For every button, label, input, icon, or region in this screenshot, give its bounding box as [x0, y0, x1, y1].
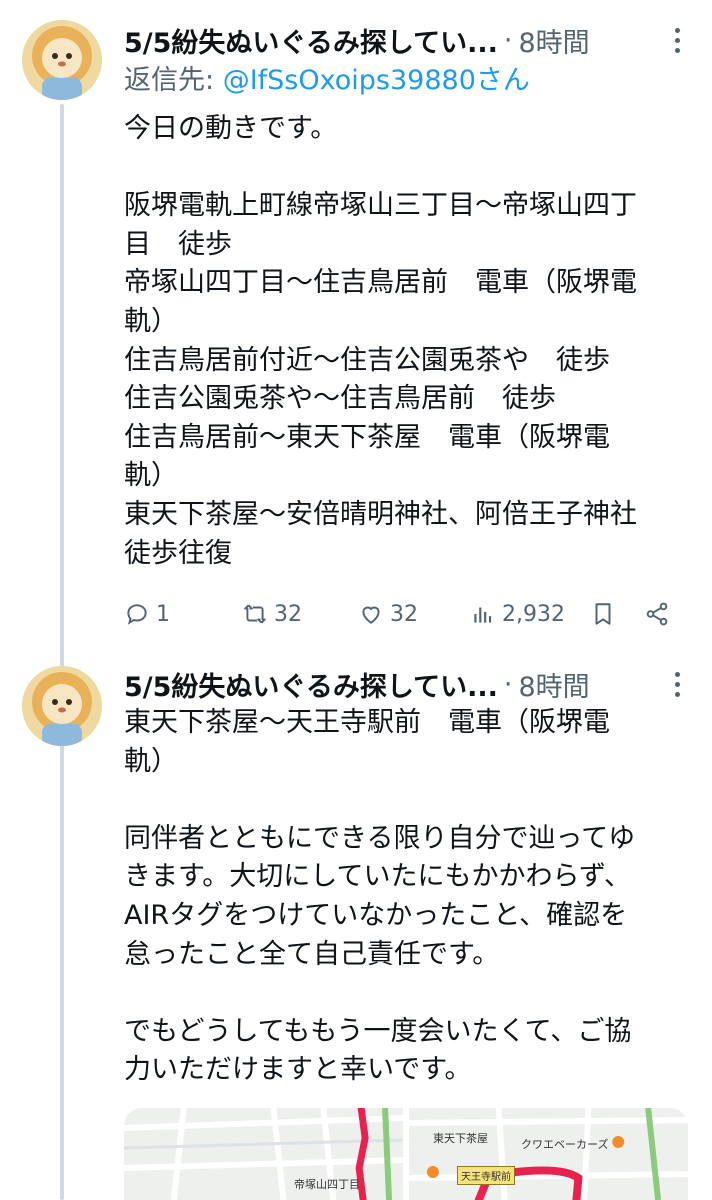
text-line: 今日の動きです。	[124, 113, 338, 144]
tweet-2[interactable]: 5/5紛失ぬいぐるみ探してい... · 8時間 東天下茶屋～天王寺駅前 電車（阪…	[0, 660, 712, 1200]
retweet-icon	[244, 604, 266, 624]
text-line: 同伴者とともにできる限り自分で辿ってゆ	[124, 822, 636, 854]
views-count: 2,932	[502, 601, 565, 627]
text-line: 住吉鳥居前～東天下茶屋 電車（阪堺電	[124, 421, 610, 453]
reply-handle-link[interactable]: @IfSsOxoips39880さん	[223, 65, 530, 96]
map-box-label: 天王寺駅前	[457, 1166, 515, 1185]
timestamp[interactable]: 8時間	[518, 21, 589, 60]
author-name[interactable]: 5/5紛失ぬいぐるみ探してい...	[124, 21, 498, 60]
views-icon	[474, 607, 492, 623]
avatar-plush-image	[22, 666, 102, 746]
like-button[interactable]: 32	[358, 594, 418, 634]
retweet-button[interactable]: 32	[242, 594, 302, 634]
views-button[interactable]: 2,932	[470, 594, 565, 634]
text-line: AIRタグをつけていなかったこと、確認を	[124, 899, 628, 931]
tweet-text: 東天下茶屋～天王寺駅前 電車（阪堺電 軌） 同伴者とともにできる限り自分で辿って…	[124, 704, 694, 1090]
avatar[interactable]	[22, 20, 102, 100]
text-line: 目 徒歩	[124, 228, 232, 260]
like-count: 32	[390, 601, 418, 627]
reply-button[interactable]: 1	[124, 594, 170, 634]
tweet-header: 5/5紛失ぬいぐるみ探してい... · 8時間	[124, 664, 692, 704]
map-graphic	[409, 1108, 688, 1200]
map-image-2[interactable]: 東天下茶屋 クワエベーカーズ 天王寺駅前	[409, 1108, 688, 1200]
reply-prefix: 返信先:	[124, 65, 223, 96]
bookmark-icon	[595, 603, 611, 625]
separator-dot: ·	[503, 24, 513, 56]
like-icon	[362, 606, 380, 624]
reply-to-line: 返信先: @IfSsOxoips39880さん	[124, 58, 530, 97]
avatar[interactable]	[22, 666, 102, 746]
reply-icon	[127, 604, 147, 625]
map-station-label: 東天下茶屋	[433, 1132, 488, 1145]
retweet-count: 32	[274, 601, 302, 627]
avatar-plush-image	[22, 20, 102, 100]
author-name[interactable]: 5/5紛失ぬいぐるみ探してい...	[124, 665, 498, 704]
text-line	[124, 781, 694, 820]
text-line: 住吉公園兎茶や～住吉鳥居前 徒歩	[124, 383, 556, 415]
action-bar: 1 32 32 2,932	[124, 594, 684, 634]
text-line: 帝塚山四丁目～住吉鳥居前 電車（阪堺電	[124, 267, 637, 299]
reply-count: 1	[156, 601, 170, 627]
text-line: でもどうしてももう一度会いたくて、ご協	[124, 1015, 632, 1047]
text-line	[124, 974, 694, 1013]
share-icon	[646, 602, 668, 626]
map-graphic	[124, 1108, 403, 1200]
text-line: 怠ったこと全て自己責任です。	[124, 938, 500, 970]
map-shop-label: クワエベーカーズ	[521, 1138, 609, 1151]
text-line: 力いただけますと幸いです。	[124, 1054, 472, 1086]
timestamp[interactable]: 8時間	[518, 665, 589, 704]
text-line: 徒歩往復	[124, 537, 232, 569]
text-line	[124, 149, 694, 188]
text-line: 住吉鳥居前付近～住吉公園兎茶や 徒歩	[124, 344, 610, 376]
text-line: 軌）	[124, 305, 178, 337]
separator-dot: ·	[503, 668, 513, 700]
tweet-header: 5/5紛失ぬいぐるみ探してい... · 8時間	[124, 20, 692, 60]
text-line: きます。大切にしていたにもかかわらず、	[124, 861, 632, 893]
map-image-1[interactable]: 帝塚山四丁目	[124, 1108, 403, 1200]
tweet-text: 今日の動きです。 阪堺電軌上町線帝塚山三丁目～帝塚山四丁 目 徒歩 帝塚山四丁目…	[124, 110, 694, 573]
text-line: 軌）	[124, 745, 178, 777]
tweet-1[interactable]: 5/5紛失ぬいぐるみ探してい... · 8時間 返信先: @IfSsOxoips…	[0, 0, 712, 660]
text-line: 軌）	[124, 460, 178, 492]
more-icon[interactable]	[662, 20, 692, 60]
text-line: 東天下茶屋～安倍晴明神社、阿倍王子神社	[124, 498, 637, 530]
text-line: 阪堺電軌上町線帝塚山三丁目～帝塚山四丁	[124, 190, 637, 222]
map-station-label: 帝塚山四丁目	[294, 1178, 360, 1191]
bookmark-button[interactable]	[590, 594, 616, 634]
media-gallery[interactable]: 帝塚山四丁目 東天下茶屋 クワエベーカーズ 天王寺駅前	[124, 1108, 688, 1200]
text-line: 東天下茶屋～天王寺駅前 電車（阪堺電	[124, 707, 610, 738]
share-button[interactable]	[644, 594, 670, 634]
more-icon[interactable]	[662, 664, 692, 704]
